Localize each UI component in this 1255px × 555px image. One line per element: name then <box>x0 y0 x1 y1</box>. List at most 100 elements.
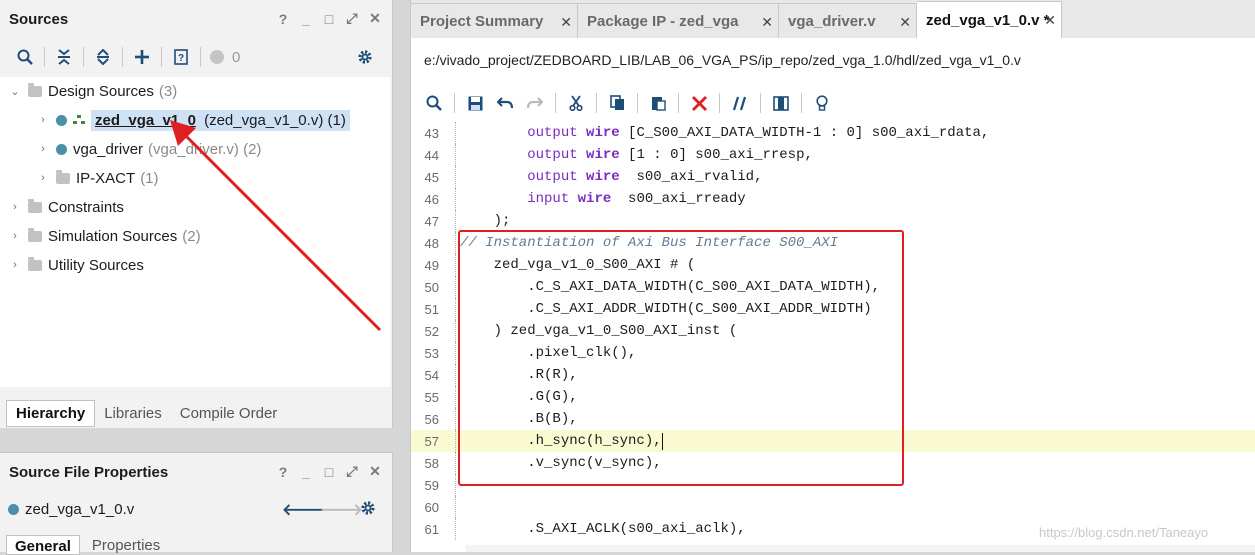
lightbulb-icon[interactable] <box>807 91 837 115</box>
chevron-right-icon[interactable]: › <box>8 259 22 271</box>
gear-icon[interactable] <box>360 500 376 520</box>
chevron-right-icon[interactable]: › <box>36 114 50 126</box>
tree-item-vga-driver[interactable]: › vga_driver (vga_driver.v) (2) <box>36 136 261 162</box>
close-icon[interactable]: ✕ <box>367 10 383 27</box>
undo-icon[interactable] <box>490 91 520 115</box>
forward-arrow-icon[interactable]: 🡒 <box>320 499 363 520</box>
tree-item-ip-xact[interactable]: › IP-XACT (1) <box>36 165 159 191</box>
toolbar-divider <box>44 47 45 67</box>
properties-file-row: zed_vga_v1_0.v 🡐 🡒 <box>0 495 390 523</box>
tree-item-zed-vga-v1-0[interactable]: › zed_vga_v1_0 (zed_vga_v1_0.v) (1) <box>36 107 350 133</box>
close-tab-icon[interactable]: ✕ <box>899 14 911 31</box>
line-number: 54 <box>424 367 439 383</box>
svg-text:?: ? <box>178 53 184 64</box>
chevron-down-icon[interactable]: ⌄ <box>8 85 22 98</box>
horizontal-scrollbar[interactable] <box>466 545 1255 552</box>
close-tab-icon[interactable]: ✕ <box>560 14 572 31</box>
tab-vga-driver[interactable]: vga_driver.v ✕ <box>779 3 917 38</box>
back-arrow-icon[interactable]: 🡐 <box>282 499 325 520</box>
column-mode-icon[interactable] <box>766 91 796 115</box>
code-line: 44 output wire [1 : 0] s00_axi_rresp, <box>411 144 1255 166</box>
tab-project-summary[interactable]: Project Summary ✕ <box>411 3 578 38</box>
tab-libraries[interactable]: Libraries <box>95 401 171 426</box>
tab-label: Package IP - zed_vga <box>587 12 739 30</box>
copy-icon[interactable] <box>602 91 632 115</box>
chevron-right-icon[interactable]: › <box>36 143 50 155</box>
sources-title: Sources <box>9 10 69 28</box>
close-tab-icon[interactable]: ✕ <box>761 14 773 31</box>
delete-icon[interactable] <box>684 91 714 115</box>
verilog-module-icon <box>8 503 19 515</box>
tab-package-ip[interactable]: Package IP - zed_vga ✕ <box>578 3 779 38</box>
sources-header: Sources ? _ □ ⤢ ✕ <box>0 0 393 38</box>
toolbar-divider <box>555 93 556 113</box>
float-icon[interactable]: ⤢ <box>344 10 360 27</box>
toolbar-divider <box>200 47 201 67</box>
float-icon[interactable]: ⤢ <box>344 463 360 480</box>
tab-label: Project Summary <box>420 12 544 30</box>
error-count: 0 <box>232 48 241 66</box>
tree-item-selected[interactable]: zed_vga_v1_0 (zed_vga_v1_0.v) (1) <box>91 109 350 131</box>
maximize-icon[interactable]: □ <box>321 11 337 27</box>
line-number: 49 <box>424 257 439 273</box>
toolbar-divider <box>596 93 597 113</box>
help-icon[interactable]: ? <box>275 11 291 27</box>
collapse-all-icon[interactable] <box>50 44 78 70</box>
line-text: output wire s00_axi_rvalid, <box>527 169 763 185</box>
tab-compile-order[interactable]: Compile Order <box>171 401 287 426</box>
paste-icon[interactable] <box>643 91 673 115</box>
tree-item-constraints[interactable]: › Constraints <box>8 194 124 220</box>
hierarchy-top-icon <box>73 115 85 124</box>
minimize-icon[interactable]: _ <box>298 11 314 27</box>
toolbar-divider <box>122 47 123 67</box>
tab-hierarchy[interactable]: Hierarchy <box>6 399 96 427</box>
line-number: 43 <box>424 125 439 141</box>
tree-item-detail: (zed_vga_v1_0.v) (1) <box>204 111 346 129</box>
search-icon[interactable] <box>419 91 449 115</box>
chevron-right-icon[interactable]: › <box>8 201 22 213</box>
gear-icon[interactable] <box>351 44 379 70</box>
redo-icon[interactable] <box>520 91 550 115</box>
line-number: 61 <box>424 521 439 537</box>
toolbar-divider <box>678 93 679 113</box>
line-number: 46 <box>424 191 439 207</box>
close-icon[interactable]: ✕ <box>367 463 383 480</box>
tree-item-simulation-sources[interactable]: › Simulation Sources (2) <box>8 223 201 249</box>
toggle-comment-icon[interactable] <box>725 91 755 115</box>
help-icon[interactable]: ? <box>275 464 291 480</box>
toolbar-divider <box>719 93 720 113</box>
chevron-right-icon[interactable]: › <box>36 172 50 184</box>
save-icon[interactable] <box>460 91 490 115</box>
toolbar-divider <box>161 47 162 67</box>
properties-help-icon[interactable]: ? <box>167 44 195 70</box>
toolbar-divider <box>454 93 455 113</box>
line-number: 59 <box>424 477 439 493</box>
tab-zed-vga-v1-0[interactable]: zed_vga_v1_0.v * ✕ <box>917 1 1062 38</box>
toolbar-divider <box>637 93 638 113</box>
chevron-right-icon[interactable]: › <box>8 230 22 242</box>
search-icon[interactable] <box>11 44 39 70</box>
line-number: 56 <box>424 411 439 427</box>
tree-item-design-sources[interactable]: ⌄ Design Sources (3) <box>8 78 177 104</box>
add-icon[interactable] <box>128 44 156 70</box>
line-number: 45 <box>424 169 439 185</box>
line-number: 60 <box>424 499 439 515</box>
line-number: 52 <box>424 323 439 339</box>
verilog-module-icon <box>56 143 67 155</box>
tree-item-count: (3) <box>158 82 178 100</box>
code-line: 45 output wire s00_axi_rvalid, <box>411 166 1255 188</box>
file-path: e:/vivado_project/ZEDBOARD_LIB/LAB_06_VG… <box>424 52 1021 68</box>
tab-general[interactable]: General <box>6 535 80 555</box>
line-number: 47 <box>424 213 439 229</box>
expand-all-icon[interactable] <box>89 44 117 70</box>
minimize-icon[interactable]: _ <box>298 464 314 480</box>
tab-properties[interactable]: Properties <box>80 535 172 555</box>
cut-icon[interactable] <box>561 91 591 115</box>
tree-item-utility-sources[interactable]: › Utility Sources <box>8 252 144 278</box>
line-number: 55 <box>424 389 439 405</box>
error-count-indicator[interactable]: 0 <box>206 44 244 70</box>
tree-item-label: Simulation Sources <box>48 227 178 245</box>
maximize-icon[interactable]: □ <box>321 464 337 480</box>
code-line: 46 input wire s00_axi_rready <box>411 188 1255 210</box>
close-tab-icon[interactable]: ✕ <box>1044 12 1056 29</box>
